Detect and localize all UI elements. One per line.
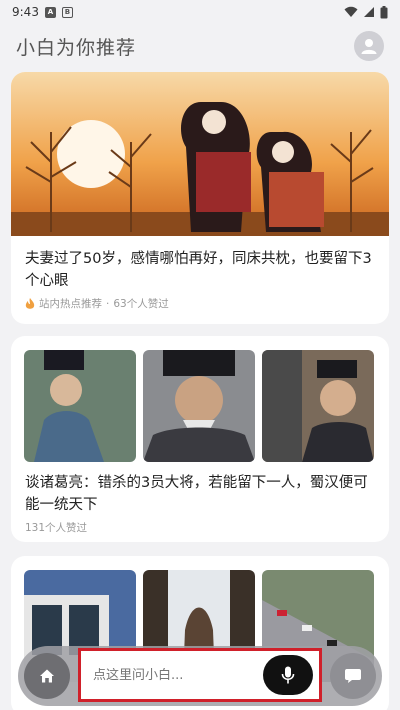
article-title: 夫妻过了50岁，感情哪怕再好，同床共枕，也要留下3个心眼 <box>25 251 372 289</box>
page-title: 小白为你推荐 <box>16 36 137 59</box>
feed-card[interactable]: 谈诸葛亮：错杀的3员大将，若能留下一人，蜀汉便可能一统天下 131个人赞过 <box>11 336 389 542</box>
article-title: 谈诸葛亮：错杀的3员大将，若能留下一人，蜀汉便可能一统天下 <box>25 475 368 513</box>
chat-button[interactable] <box>330 653 376 699</box>
article-source: 站内热点推荐 <box>39 298 102 310</box>
article-image <box>11 72 389 236</box>
status-bar: 9:43 A B <box>0 0 400 24</box>
wifi-icon <box>344 6 358 17</box>
ask-box[interactable] <box>78 648 322 702</box>
article-meta: 131个人赞过 <box>11 520 389 535</box>
microphone-icon <box>281 666 295 684</box>
article-meta: 站内热点推荐 · 63个人赞过 <box>11 296 389 311</box>
thumbnail-row <box>11 336 389 462</box>
ask-input[interactable] <box>93 667 263 683</box>
user-icon <box>361 39 377 54</box>
notification-b-icon: B <box>61 6 73 18</box>
voice-button[interactable] <box>263 655 313 695</box>
header: 小白为你推荐 <box>0 26 400 66</box>
bottom-bar <box>18 646 382 706</box>
flame-icon <box>25 297 35 309</box>
article-thumbnail <box>143 350 255 462</box>
avatar[interactable] <box>354 31 384 61</box>
meta-separator: · <box>106 297 110 310</box>
article-likes: 63个人赞过 <box>113 298 169 310</box>
chat-bubble-icon <box>345 669 361 683</box>
feed-card[interactable]: 夫妻过了50岁，感情哪怕再好，同床共枕，也要留下3个心眼 站内热点推荐 · 63… <box>11 72 389 324</box>
signal-icon <box>364 7 374 17</box>
home-icon <box>40 669 54 683</box>
battery-icon <box>380 5 388 18</box>
home-button[interactable] <box>24 653 70 699</box>
article-thumbnail <box>24 350 136 462</box>
article-thumbnail <box>262 350 374 462</box>
clock: 9:43 <box>12 5 39 19</box>
notification-a-icon: A <box>44 6 56 18</box>
article-likes: 131个人赞过 <box>25 522 88 534</box>
